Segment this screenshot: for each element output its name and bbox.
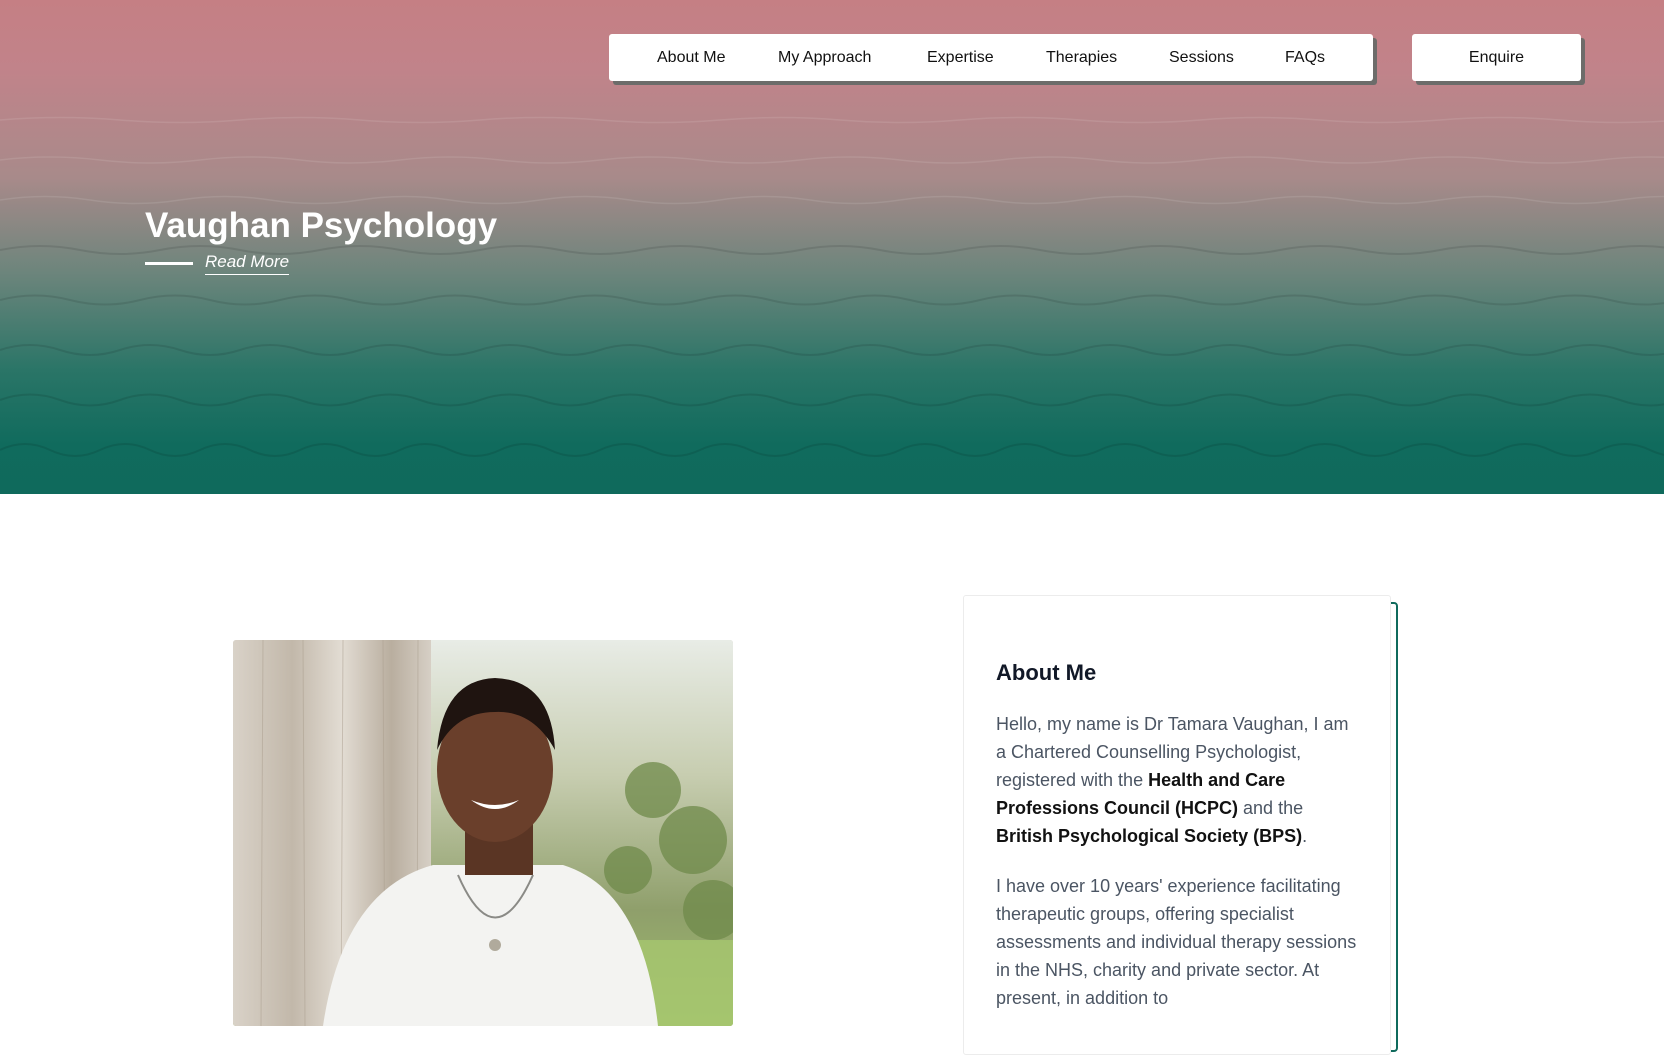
about-paragraph-2: I have over 10 years' experience facilit… bbox=[996, 876, 1357, 1008]
read-more-link[interactable]: Read More bbox=[205, 252, 290, 275]
about-card: About Me Hello, my name is Dr Tamara Vau… bbox=[963, 595, 1391, 1055]
nav-therapies[interactable]: Therapies bbox=[1046, 34, 1117, 81]
bps-label: British Psychological Society (BPS) bbox=[996, 826, 1303, 846]
nav-sessions[interactable]: Sessions bbox=[1169, 34, 1234, 81]
about-p1-mid: and the bbox=[1238, 798, 1304, 818]
nav-expertise[interactable]: Expertise bbox=[927, 34, 994, 81]
about-paragraph-1: Hello, my name is Dr Tamara Vaughan, I a… bbox=[996, 710, 1358, 850]
nav-faqs[interactable]: FAQs bbox=[1285, 34, 1325, 81]
portrait-image bbox=[233, 640, 733, 1026]
enquire-button[interactable]: Enquire bbox=[1412, 34, 1581, 81]
about-p1-end: . bbox=[1302, 826, 1308, 846]
nav-my-approach[interactable]: My Approach bbox=[778, 34, 871, 81]
hero-title: Vaughan Psychology bbox=[145, 206, 498, 245]
nav-about-me[interactable]: About Me bbox=[657, 34, 725, 81]
main-nav: About Me My Approach Expertise Therapies… bbox=[609, 34, 1373, 81]
hero-divider bbox=[145, 262, 193, 265]
portrait-photo bbox=[233, 640, 733, 1026]
about-title: About Me bbox=[996, 660, 1097, 685]
hero-banner: About Me My Approach Expertise Therapies… bbox=[0, 0, 1664, 494]
